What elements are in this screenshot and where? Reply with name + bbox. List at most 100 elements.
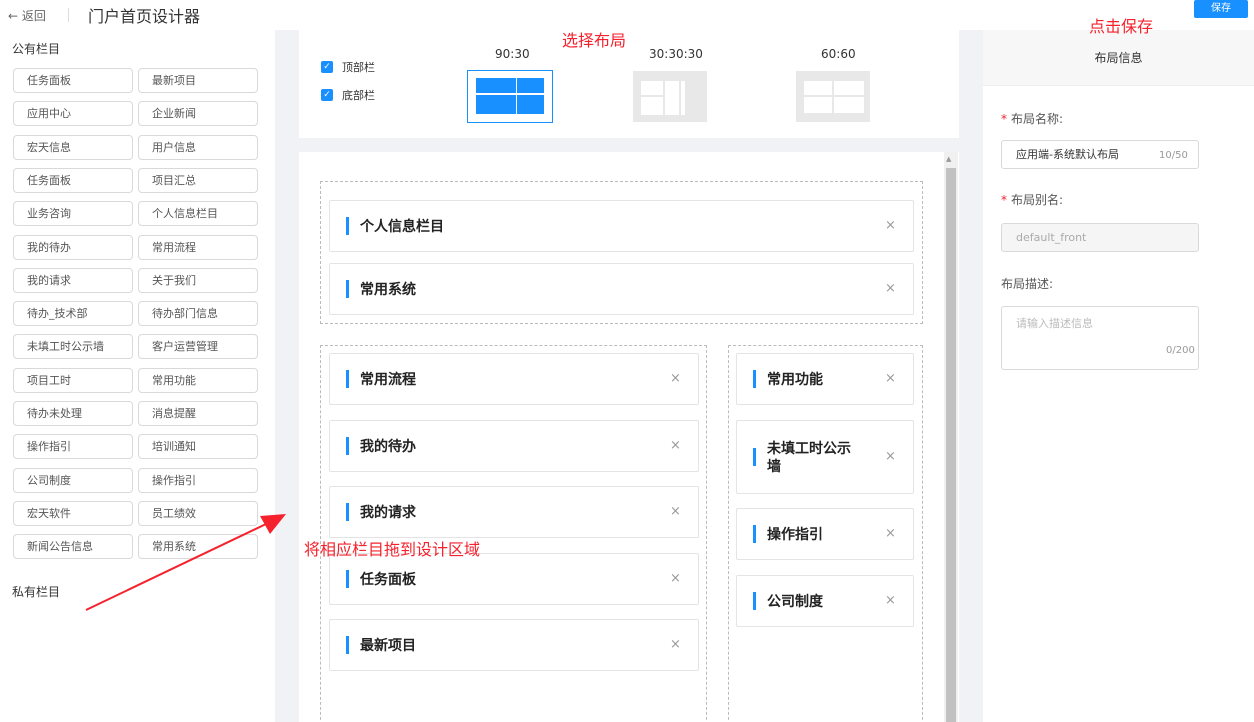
close-icon[interactable]: × bbox=[670, 571, 681, 586]
required-mark: * bbox=[1001, 193, 1007, 207]
required-mark: * bbox=[1001, 112, 1007, 126]
column-item[interactable]: 消息提醒 bbox=[138, 401, 258, 426]
close-icon[interactable]: × bbox=[670, 438, 681, 453]
card-title: 常用流程 bbox=[360, 372, 416, 388]
column-item[interactable]: 宏天信息 bbox=[13, 134, 133, 160]
column-item[interactable]: 任务面板 bbox=[13, 167, 133, 193]
column-item[interactable]: 常用功能 bbox=[138, 367, 258, 393]
column-item[interactable]: 操作指引 bbox=[13, 434, 133, 460]
checkbox-checked-icon: ✓ bbox=[321, 61, 333, 73]
column-item[interactable]: 待办_技术部 bbox=[13, 301, 133, 327]
header-divider bbox=[68, 8, 69, 22]
column-item[interactable]: 常用流程 bbox=[138, 234, 258, 260]
close-icon[interactable]: × bbox=[885, 593, 896, 608]
card-title: 我的请求 bbox=[360, 505, 416, 521]
scroll-up-icon[interactable]: ▲ bbox=[946, 155, 951, 163]
checkbox-checked-icon: ✓ bbox=[321, 89, 333, 101]
layout-option-60-60[interactable] bbox=[795, 70, 871, 123]
card-accent-bar bbox=[346, 437, 349, 455]
portal-column-card[interactable]: 任务面板 × bbox=[329, 553, 699, 605]
close-icon[interactable]: × bbox=[885, 449, 896, 464]
column-item[interactable]: 公司制度 bbox=[13, 467, 133, 493]
layout-30-30-30-icon bbox=[633, 71, 707, 122]
column-item[interactable]: 待办未处理 bbox=[13, 401, 133, 426]
name-char-counter: 10/50 bbox=[1159, 150, 1188, 161]
portal-column-card[interactable]: 我的请求 × bbox=[329, 486, 699, 538]
column-item[interactable]: 客户运营管理 bbox=[138, 334, 258, 360]
card-accent-bar bbox=[753, 592, 756, 610]
card-title: 我的待办 bbox=[360, 439, 416, 455]
column-item[interactable]: 企业新闻 bbox=[138, 101, 258, 127]
column-item[interactable]: 培训通知 bbox=[138, 434, 258, 460]
layout-info-panel: 布局信息 * 布局名称: 应用端-系统默认布局 10/50 * 布局别名: defa… bbox=[983, 30, 1254, 722]
column-item[interactable]: 用户信息 bbox=[138, 134, 258, 160]
card-accent-bar bbox=[346, 503, 349, 521]
annotation-select-layout: 选择布局 bbox=[562, 31, 627, 50]
portal-column-card[interactable]: 操作指引 × bbox=[736, 508, 914, 560]
layout-option-label: 30:30:30 bbox=[649, 47, 703, 61]
column-item[interactable]: 项目汇总 bbox=[138, 167, 258, 193]
close-icon[interactable]: × bbox=[670, 504, 681, 519]
column-item[interactable]: 业务咨询 bbox=[13, 201, 133, 227]
card-accent-bar bbox=[753, 448, 756, 466]
top-bar: ← 返回 门户首页设计器 保存 bbox=[0, 0, 1254, 30]
back-link[interactable]: ← 返回 bbox=[8, 7, 46, 24]
column-item[interactable]: 应用中心 bbox=[13, 101, 133, 127]
drag-arrow-icon bbox=[85, 514, 286, 611]
column-item[interactable]: 个人信息栏目 bbox=[138, 201, 258, 227]
desc-char-counter: 0/200 bbox=[1166, 345, 1195, 356]
layout-desc-textarea[interactable]: 请输入描述信息 bbox=[1001, 306, 1199, 370]
card-title: 常用功能 bbox=[767, 372, 823, 388]
close-icon[interactable]: × bbox=[670, 371, 681, 386]
card-title: 最新项目 bbox=[360, 638, 416, 654]
design-area[interactable]: 个人信息栏目 × 常用系统 × 常用流程 × 我的待办 × 我的请求 × 任务面板 × 最新项目 × 常用功… bbox=[299, 152, 959, 722]
close-icon[interactable]: × bbox=[885, 371, 896, 386]
annotation-drag-hint: 将相应栏目拖到设计区域 bbox=[304, 540, 481, 559]
layout-alias-label: * 布局别名: bbox=[1001, 191, 1063, 208]
scrollbar-thumb[interactable] bbox=[946, 168, 956, 722]
bottom-bar-checkbox[interactable]: ✓ 底部栏 bbox=[321, 87, 375, 103]
portal-column-card[interactable]: 最新项目 × bbox=[329, 619, 699, 671]
card-accent-bar bbox=[753, 525, 756, 543]
card-accent-bar bbox=[346, 280, 349, 298]
close-icon[interactable]: × bbox=[885, 281, 896, 296]
column-item[interactable]: 我的待办 bbox=[13, 234, 133, 260]
layout-name-label: * 布局名称: bbox=[1001, 110, 1063, 127]
layout-option-30-30-30[interactable] bbox=[632, 70, 708, 123]
column-item[interactable]: 关于我们 bbox=[138, 267, 258, 293]
card-accent-bar bbox=[753, 370, 756, 388]
portal-column-card[interactable]: 常用功能 × bbox=[736, 353, 914, 405]
page-title: 门户首页设计器 bbox=[88, 7, 201, 26]
layout-90-30-icon bbox=[476, 78, 544, 114]
portal-column-card[interactable]: 未填工时公示墙 × bbox=[736, 420, 914, 494]
portal-column-card[interactable]: 我的待办 × bbox=[329, 420, 699, 472]
layout-60-60-icon bbox=[796, 71, 870, 122]
close-icon[interactable]: × bbox=[885, 218, 896, 233]
close-icon[interactable]: × bbox=[670, 637, 681, 652]
column-item[interactable]: 项目工时 bbox=[13, 367, 133, 393]
top-bar-checkbox[interactable]: ✓ 顶部栏 bbox=[321, 59, 375, 75]
public-columns-title: 公有栏目 bbox=[12, 42, 61, 56]
column-item[interactable]: 任务面板 bbox=[13, 68, 133, 93]
column-item[interactable]: 待办部门信息 bbox=[138, 301, 258, 327]
portal-column-card[interactable]: 常用流程 × bbox=[329, 353, 699, 405]
portal-column-card[interactable]: 个人信息栏目 × bbox=[329, 200, 914, 252]
private-columns-title: 私有栏目 bbox=[12, 585, 61, 599]
label-text: 布局别名: bbox=[1011, 193, 1064, 207]
checkbox-label: 顶部栏 bbox=[342, 61, 375, 74]
portal-column-card[interactable]: 常用系统 × bbox=[329, 263, 914, 315]
column-item[interactable]: 操作指引 bbox=[138, 467, 258, 493]
close-icon[interactable]: × bbox=[885, 526, 896, 541]
card-accent-bar bbox=[346, 636, 349, 654]
column-item[interactable]: 最新项目 bbox=[138, 68, 258, 93]
column-item[interactable]: 未填工时公示墙 bbox=[13, 334, 133, 360]
label-text: 布局名称: bbox=[1011, 112, 1064, 126]
card-title: 任务面板 bbox=[360, 572, 416, 588]
layout-option-90-30[interactable] bbox=[467, 70, 553, 123]
portal-column-card[interactable]: 公司制度 × bbox=[736, 575, 914, 627]
card-accent-bar bbox=[346, 217, 349, 235]
save-button[interactable]: 保存 bbox=[1194, 0, 1248, 18]
column-item[interactable]: 我的请求 bbox=[13, 267, 133, 293]
card-title: 个人信息栏目 bbox=[360, 219, 444, 235]
annotation-click-save: 点击保存 bbox=[1089, 17, 1154, 36]
